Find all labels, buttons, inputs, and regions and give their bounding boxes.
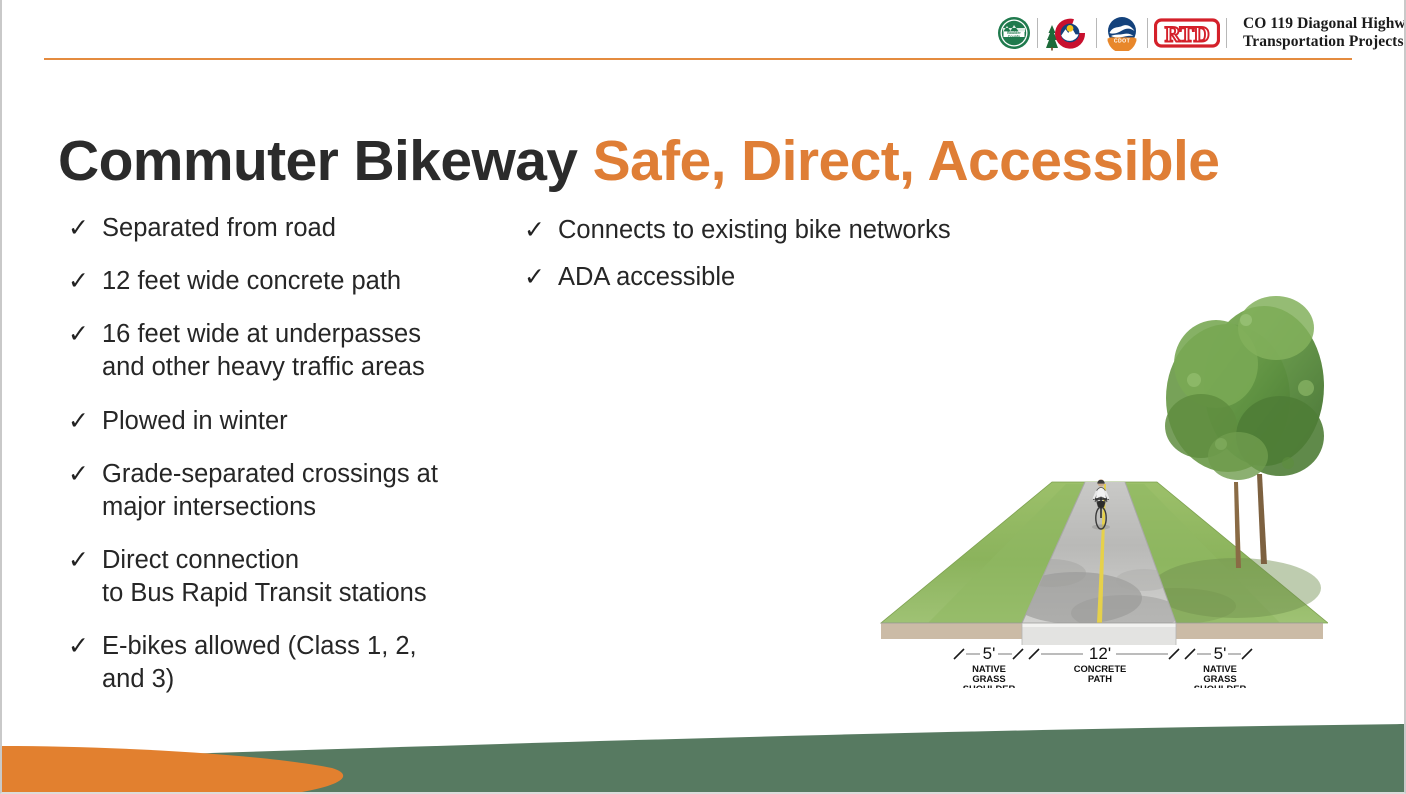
check-icon: ✓ [68,545,89,574]
check-icon: ✓ [68,406,89,435]
list-item: ✓ Connects to existing bike networks [524,214,1044,247]
check-icon: ✓ [68,459,89,488]
check-icon: ✓ [524,263,545,292]
bikeway-cross-section-rendering: 5' 12' 5' NATIVEGRASSSHOULDER CONCRETEPA… [876,268,1328,688]
page-title-accent: Safe, Direct, Accessible [592,129,1220,194]
list-item: ✓ 16 feet wide at underpasses and other … [68,318,518,384]
list-item-label: Separated from road [102,214,336,242]
header-project-title: CO 119 Diagonal Highway Transportation P… [1243,14,1406,52]
check-icon: ✓ [524,216,545,244]
check-icon: ✓ [68,320,89,349]
header-title-line-2: Transportation Projects [1243,33,1404,50]
check-icon: ✓ [68,632,89,661]
list-item: ✓ 12 feet wide concrete path [68,265,518,298]
list-item-label: ADA accessible [558,263,736,292]
check-icon: ✓ [68,214,89,242]
list-item: ✓ E-bikes allowed (Class 1, 2, and 3) [68,630,518,696]
logo-divider [1037,18,1038,48]
svg-text:SHOULDER: SHOULDER [1194,683,1247,688]
check-icon: ✓ [68,267,89,296]
list-item-label: 16 feet wide at underpasses and other he… [102,320,425,382]
rtd-logo: RTD [1154,17,1220,49]
list-item-label: Connects to existing bike networks [558,216,951,244]
dimension-label-right: NATIVEGRASSSHOULDER [1194,663,1247,688]
dimension-value-left: 5' [983,644,996,663]
boulder-county-logo: Boulder County [997,16,1031,50]
cdot-logo: CDOT [1103,15,1141,51]
list-item: ✓ Direct connection to Bus Rapid Transit… [68,544,518,610]
svg-text:RTD: RTD [1165,21,1209,46]
page-title-primary: Commuter Bikeway [58,129,593,194]
footer-decoration [2,702,1404,792]
header-title-line-1: CO 119 Diagonal Highway [1243,14,1406,32]
logo-divider [1226,18,1227,48]
list-item: ✓ Plowed in winter [68,405,518,438]
list-item-label: 12 feet wide concrete path [102,267,402,296]
logo-divider [1147,18,1148,48]
svg-text:County: County [1008,35,1020,39]
list-item-label: Grade-separated crossings at major inter… [102,459,438,521]
dimension-label-left: NATIVEGRASSSHOULDER [963,663,1016,688]
header-logo-bar: Boulder County CDOT RTD CO 119 Diagonal … [997,11,1406,55]
dimension-value-center: 12' [1089,644,1111,663]
list-item: ✓ Grade-separated crossings at major int… [68,458,518,524]
dimension-label-center: CONCRETEPATH [1074,663,1127,684]
colorado-state-logo [1044,15,1090,51]
list-item-label: Plowed in winter [102,406,288,435]
svg-text:CDOT: CDOT [1114,38,1131,44]
list-item-label: E-bikes allowed (Class 1, 2, and 3) [102,632,417,694]
svg-text:PATH: PATH [1088,673,1112,684]
list-item-label: Direct connection to Bus Rapid Transit s… [102,545,427,608]
section-cut [881,622,1323,645]
svg-text:SHOULDER: SHOULDER [963,683,1016,688]
dimension-value-right: 5' [1214,644,1227,663]
list-item: ✓ Separated from road [68,212,518,245]
page-title: Commuter Bikeway Safe, Direct, Accessibl… [58,129,1220,194]
header-divider-rule [44,58,1352,60]
logo-divider [1096,18,1097,48]
slide: Boulder County CDOT RTD CO 119 Diagonal … [0,0,1406,794]
bullet-list-left: ✓ Separated from road ✓ 12 feet wide con… [68,212,518,717]
